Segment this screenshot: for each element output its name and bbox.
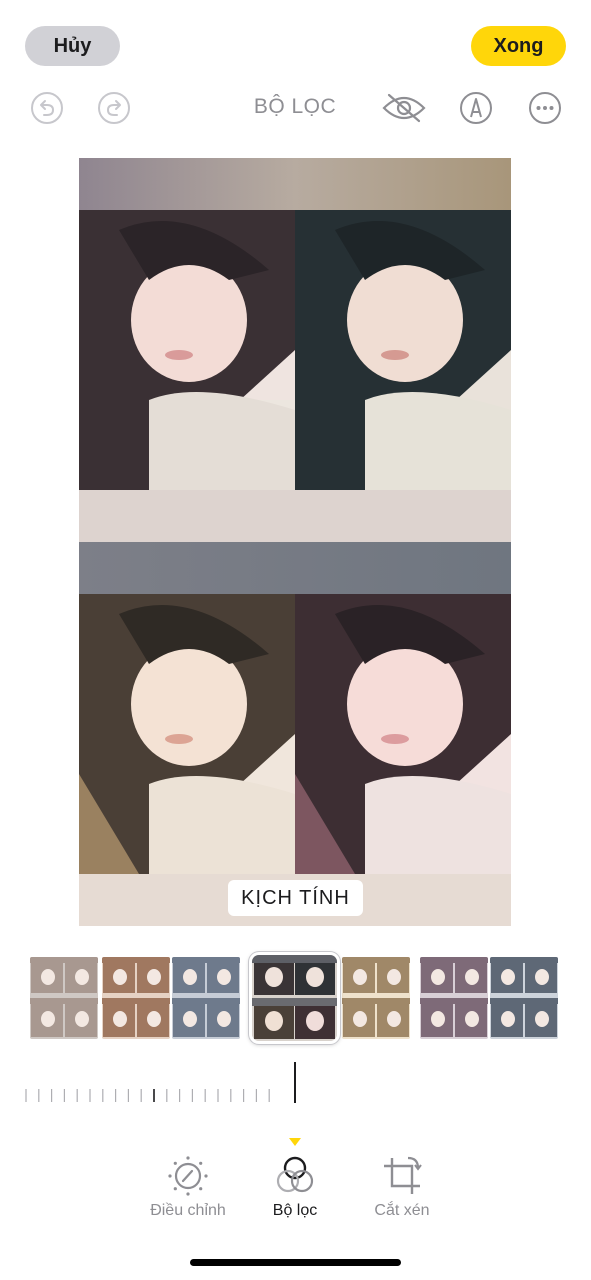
home-indicator [190,1259,401,1266]
filter-thumbnail[interactable] [490,957,558,1039]
photo-preview[interactable] [79,158,511,926]
redo-icon[interactable] [96,90,132,126]
photo-strip-bottom [79,542,511,926]
portrait-photo [295,594,511,874]
photo-strip-top [79,158,511,542]
tab-adjust[interactable]: Điều chỉnh [133,1152,243,1224]
cancel-button[interactable]: Hủy [25,26,120,66]
adjust-dial-icon [133,1152,243,1200]
tab-label: Cắt xén [374,1202,430,1219]
mode-title: BỘ LỌC [253,95,337,118]
tab-label: Bộ lọc [272,1202,318,1219]
undo-icon[interactable] [29,90,65,126]
edit-toolbar: BỘ LỌC [0,82,591,132]
hide-eye-icon[interactable] [381,90,427,126]
done-button[interactable]: Xong [471,26,566,66]
tab-label: Điều chỉnh [150,1202,226,1219]
filter-thumbnail[interactable] [30,957,98,1039]
intensity-slider[interactable] [24,1060,324,1105]
filters-icon [240,1152,350,1200]
filter-thumbnail[interactable] [420,957,488,1039]
portrait-photo [295,210,511,490]
markup-pen-icon[interactable] [458,90,494,126]
tab-filters[interactable]: Bộ lọc [240,1152,350,1224]
active-tab-indicator-icon [288,1134,302,1152]
filter-thumbnail[interactable] [102,957,170,1039]
more-icon[interactable] [527,90,563,126]
filter-thumbnail[interactable] [172,957,240,1039]
filter-name-label: KỊCH TÍNH [228,880,363,916]
crop-icon [347,1152,457,1200]
filter-thumbnail[interactable] [342,957,410,1039]
selected-filter-thumbnail[interactable] [249,952,340,1044]
tab-crop[interactable]: Cắt xén [347,1152,457,1224]
portrait-photo [79,594,295,874]
portrait-photo [79,210,295,490]
